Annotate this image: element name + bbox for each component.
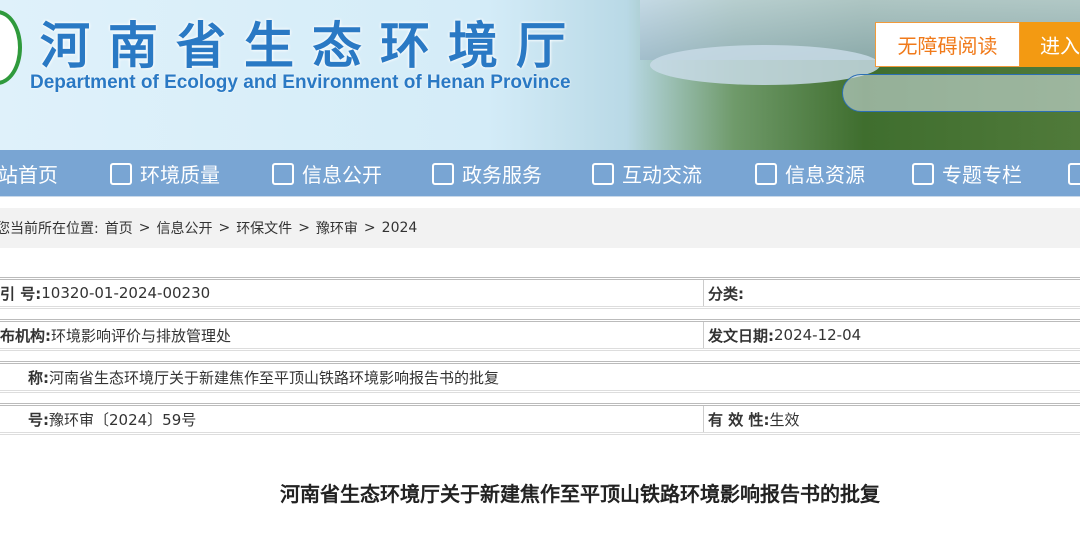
layers-icon	[432, 162, 454, 185]
name-label: 称:	[28, 368, 49, 387]
breadcrumb-separator: >	[363, 220, 376, 236]
column-divider	[703, 322, 704, 348]
document-title: 河南省生态环境厅关于新建焦作至平顶山铁路环境影响报告书的批复	[280, 482, 880, 506]
breadcrumb-info-disclosure[interactable]: 信息公开	[156, 218, 212, 238]
network-icon	[110, 162, 132, 185]
nav-label: 互动交流	[622, 163, 702, 187]
nav-label: 站首页	[0, 163, 58, 187]
breadcrumb-env-files[interactable]: 环保文件	[236, 218, 292, 238]
site-title-cn: 河南省生态环境厅	[40, 17, 584, 75]
main-nav: 站首页 环境质量 信息公开 政务服务 互动交流 信息资源 专题专栏	[0, 150, 1080, 197]
site-title-en: Department of Ecology and Environment of…	[30, 72, 571, 93]
breadcrumb-yuhuanshen[interactable]: 豫环审	[316, 218, 358, 238]
accessible-reading-button[interactable]: 无障碍阅读	[875, 22, 1020, 67]
name-value: 河南省生态环境厅关于新建焦作至平顶山铁路环境影响报告书的批复	[49, 368, 500, 387]
column-divider	[703, 406, 704, 432]
breadcrumb-separator: >	[218, 220, 231, 236]
breadcrumb: 您当前所在位置: 首页 > 信息公开 > 环保文件 > 豫环审 > 2024	[0, 208, 1080, 248]
nav-label: 环境质量	[140, 163, 220, 187]
nav-label: 政务服务	[462, 163, 542, 187]
nav-info-disclosure[interactable]: 信息公开	[272, 150, 382, 197]
meta-row-name: 称: 河南省生态环境厅关于新建焦作至平顶山铁路环境影响报告书的批复	[0, 361, 1080, 393]
breadcrumb-separator: >	[138, 220, 151, 236]
nav-environment-quality[interactable]: 环境质量	[110, 150, 220, 197]
date-label: 发文日期:	[708, 326, 774, 345]
emblem-logo	[0, 10, 22, 85]
edit-icon	[912, 162, 934, 185]
banner-lake	[650, 45, 880, 85]
breadcrumb-home[interactable]: 首页	[105, 218, 133, 238]
file-icon	[755, 162, 777, 185]
date-value: 2024-12-04	[774, 326, 862, 344]
nav-more[interactable]	[1068, 150, 1080, 197]
index-label: 引 号:	[0, 284, 42, 303]
breadcrumb-year[interactable]: 2024	[382, 220, 418, 236]
category-label: 分类:	[708, 284, 744, 303]
nav-info-resources[interactable]: 信息资源	[755, 150, 865, 197]
nav-government-services[interactable]: 政务服务	[432, 150, 542, 197]
site-header: 河南省生态环境厅 Department of Ecology and Envir…	[0, 0, 1080, 150]
nav-label: 信息资源	[785, 163, 865, 187]
meta-row-docno: 号: 豫环审〔2024〕59号 有 效 性: 生效	[0, 403, 1080, 435]
nav-home[interactable]: 站首页	[0, 150, 58, 197]
nav-label: 专题专栏	[942, 163, 1022, 187]
column-divider	[703, 280, 704, 306]
docno-value: 豫环审〔2024〕59号	[49, 410, 197, 429]
monitor-icon	[1068, 162, 1080, 185]
publisher-value: 环境影响评价与排放管理处	[51, 326, 232, 345]
search-input[interactable]	[842, 74, 1080, 112]
chat-icon	[592, 162, 614, 185]
breadcrumb-prefix: 您当前所在位置:	[0, 221, 99, 237]
meta-row-index: 引 号: 10320-01-2024-00230 分类:	[0, 277, 1080, 309]
meta-row-publisher: 布机构: 环境影响评价与排放管理处 发文日期: 2024-12-04	[0, 319, 1080, 351]
index-value: 10320-01-2024-00230	[41, 284, 211, 302]
publisher-label: 布机构:	[0, 326, 51, 345]
enter-button[interactable]: 进入	[1020, 22, 1080, 67]
document-icon	[272, 162, 294, 185]
breadcrumb-separator: >	[298, 220, 310, 236]
docno-label: 号:	[28, 410, 49, 429]
nav-interaction[interactable]: 互动交流	[592, 150, 702, 197]
nav-special-topics[interactable]: 专题专栏	[912, 150, 1022, 197]
nav-label: 信息公开	[302, 163, 382, 187]
validity-label: 有 效 性:	[708, 410, 770, 429]
validity-value: 生效	[769, 410, 800, 429]
